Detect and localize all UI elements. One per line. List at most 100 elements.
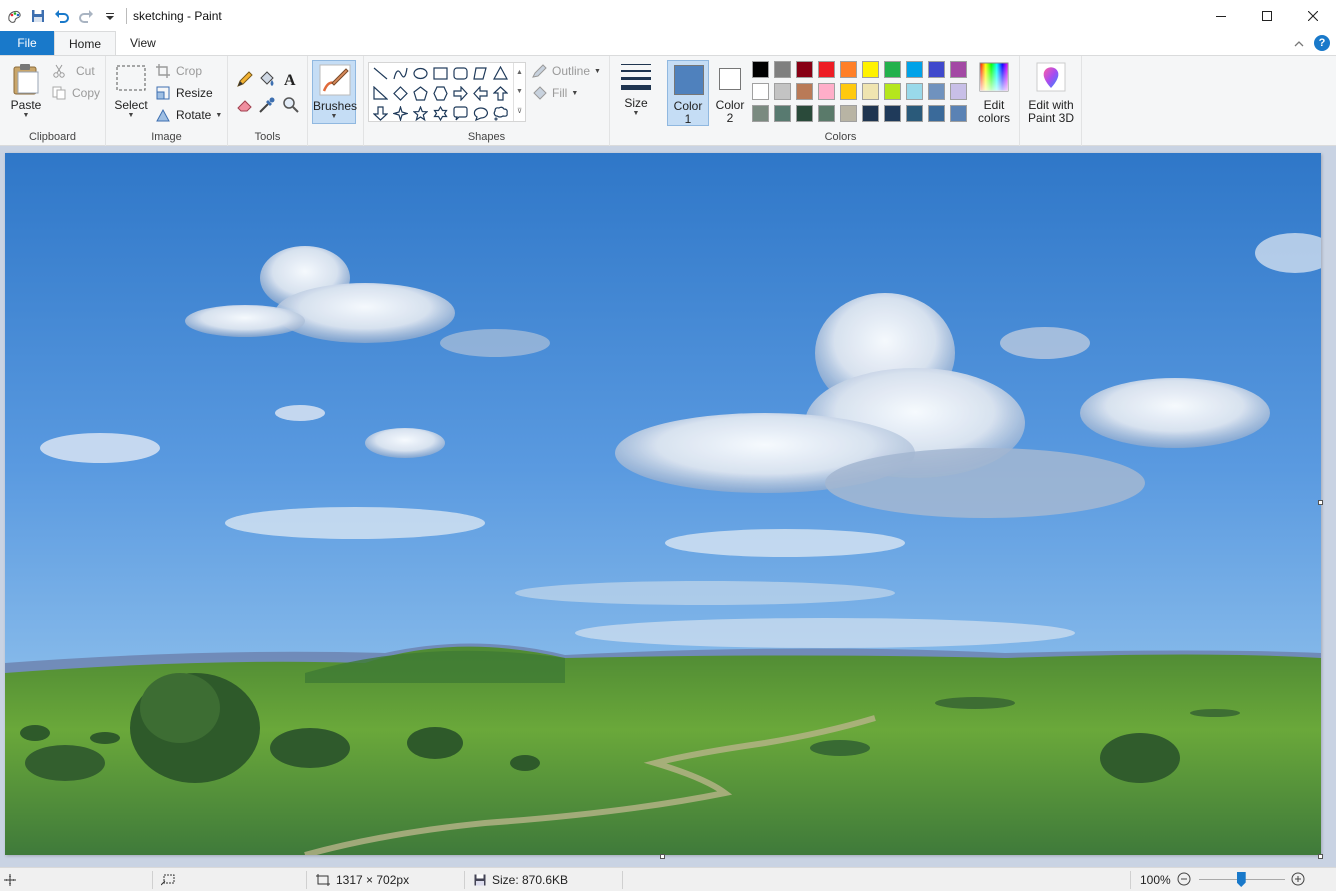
zoom-out-button[interactable]	[1177, 872, 1191, 889]
palette-swatch[interactable]	[950, 61, 967, 78]
diamond-shape-icon[interactable]	[392, 85, 409, 102]
palette-swatch[interactable]	[928, 83, 945, 100]
rounded-callout-shape-icon[interactable]	[452, 105, 469, 122]
palette-swatch[interactable]	[796, 105, 813, 122]
palette-swatch[interactable]	[752, 105, 769, 122]
palette-swatch[interactable]	[884, 105, 901, 122]
copy-button[interactable]: Copy	[52, 86, 100, 100]
palette-swatch[interactable]	[796, 83, 813, 100]
status-bar: 1317 × 702px Size: 870.6KB 100%	[0, 867, 1336, 891]
color1-button[interactable]: Color 1	[667, 60, 709, 126]
left-arrow-shape-icon[interactable]	[472, 85, 489, 102]
rounded-rectangle-shape-icon[interactable]	[452, 65, 469, 82]
palette-swatch[interactable]	[774, 105, 791, 122]
rotate-button[interactable]: Rotate ▼	[156, 108, 222, 122]
pentagon-shape-icon[interactable]	[412, 85, 429, 102]
edit-colors-button[interactable]: Edit colors	[974, 60, 1014, 126]
triangle-shape-icon[interactable]	[492, 65, 509, 82]
fill-button[interactable]: Fill ▼	[532, 86, 578, 100]
color2-button[interactable]: Color 2	[710, 60, 750, 126]
fill-bucket-icon[interactable]	[258, 70, 276, 91]
expand-gallery-icon[interactable]: ⊽	[517, 107, 522, 115]
right-triangle-shape-icon[interactable]	[372, 85, 389, 102]
down-arrow-shape-icon[interactable]	[372, 105, 389, 122]
resize-handle-right[interactable]	[1318, 500, 1323, 505]
palette-swatch[interactable]	[752, 83, 769, 100]
size-button[interactable]: Size ▼	[618, 62, 654, 117]
polygon-shape-icon[interactable]	[472, 65, 489, 82]
tab-home[interactable]: Home	[54, 31, 117, 56]
drawing-canvas[interactable]	[5, 153, 1321, 855]
curve-shape-icon[interactable]	[392, 65, 409, 82]
paste-button[interactable]: Paste ▼	[8, 62, 44, 119]
hexagon-shape-icon[interactable]	[432, 85, 449, 102]
palette-swatch[interactable]	[950, 83, 967, 100]
cut-button[interactable]: Cut	[52, 64, 95, 78]
palette-swatch[interactable]	[928, 61, 945, 78]
canvas-area[interactable]	[0, 146, 1336, 867]
oval-callout-shape-icon[interactable]	[472, 105, 489, 122]
scroll-down-icon[interactable]: ▼	[516, 88, 523, 95]
five-point-star-shape-icon[interactable]	[412, 105, 429, 122]
resize-handle-bottom[interactable]	[660, 854, 665, 859]
redo-icon[interactable]	[78, 8, 94, 24]
brushes-button[interactable]: Brushes ▼	[312, 60, 357, 124]
tab-file[interactable]: File	[0, 31, 54, 55]
palette-swatch[interactable]	[752, 61, 769, 78]
palette-swatch[interactable]	[884, 83, 901, 100]
palette-swatch[interactable]	[840, 105, 857, 122]
zoom-in-button[interactable]	[1291, 872, 1305, 889]
palette-swatch[interactable]	[796, 61, 813, 78]
rectangle-shape-icon[interactable]	[432, 65, 449, 82]
scroll-up-icon[interactable]: ▲	[516, 69, 523, 76]
right-arrow-shape-icon[interactable]	[452, 85, 469, 102]
palette-swatch[interactable]	[950, 105, 967, 122]
palette-swatch[interactable]	[818, 61, 835, 78]
palette-swatch[interactable]	[862, 105, 879, 122]
magnifier-icon[interactable]	[282, 96, 300, 117]
edit-with-paint3d-button[interactable]: Edit with Paint 3D	[1022, 60, 1080, 126]
palette-swatch[interactable]	[884, 61, 901, 78]
paint-app-icon[interactable]	[6, 8, 22, 24]
crop-button[interactable]: Crop	[156, 64, 202, 78]
landscape-painting[interactable]	[5, 153, 1321, 855]
palette-swatch[interactable]	[774, 61, 791, 78]
text-icon[interactable]: A	[282, 70, 300, 91]
save-icon[interactable]	[30, 8, 46, 24]
undo-icon[interactable]	[54, 8, 70, 24]
palette-swatch[interactable]	[840, 61, 857, 78]
zoom-slider[interactable]	[1198, 872, 1285, 887]
tab-view[interactable]: View	[116, 31, 170, 55]
palette-swatch[interactable]	[774, 83, 791, 100]
oval-shape-icon[interactable]	[412, 65, 429, 82]
line-shape-icon[interactable]	[372, 65, 389, 82]
resize-button[interactable]: Resize	[156, 86, 213, 100]
zoom-slider-thumb[interactable]	[1236, 872, 1246, 887]
color-picker-icon[interactable]	[258, 96, 276, 117]
up-arrow-shape-icon[interactable]	[492, 85, 509, 102]
palette-swatch[interactable]	[906, 105, 923, 122]
shapes-gallery-scroller[interactable]: ▲ ▼ ⊽	[513, 63, 525, 121]
palette-swatch[interactable]	[862, 83, 879, 100]
cloud-callout-shape-icon[interactable]	[492, 105, 509, 122]
customize-quick-access-icon[interactable]	[102, 8, 118, 24]
palette-swatch[interactable]	[818, 105, 835, 122]
minimize-button[interactable]	[1198, 0, 1244, 31]
close-button[interactable]	[1290, 0, 1336, 31]
maximize-button[interactable]	[1244, 0, 1290, 31]
palette-swatch[interactable]	[840, 83, 857, 100]
pencil-icon[interactable]	[236, 70, 254, 91]
select-button[interactable]: Select ▼	[114, 64, 148, 119]
outline-button[interactable]: Outline ▼	[532, 64, 601, 78]
four-point-star-shape-icon[interactable]	[392, 105, 409, 122]
palette-swatch[interactable]	[862, 61, 879, 78]
eraser-icon[interactable]	[236, 96, 254, 117]
palette-swatch[interactable]	[906, 61, 923, 78]
six-point-star-shape-icon[interactable]	[432, 105, 449, 122]
collapse-ribbon-icon[interactable]	[1294, 36, 1304, 50]
help-icon[interactable]: ?	[1314, 35, 1330, 51]
palette-swatch[interactable]	[928, 105, 945, 122]
palette-swatch[interactable]	[906, 83, 923, 100]
resize-handle-corner[interactable]	[1318, 854, 1323, 859]
palette-swatch[interactable]	[818, 83, 835, 100]
